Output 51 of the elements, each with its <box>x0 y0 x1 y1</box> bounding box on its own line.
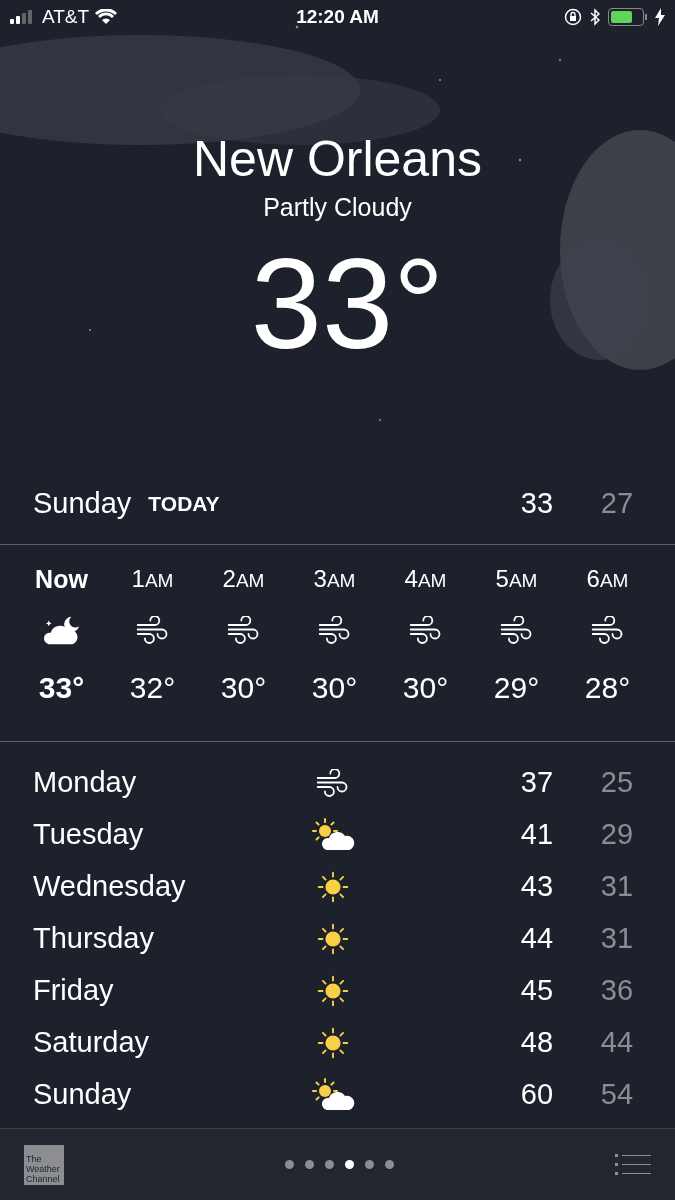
high-temperature: 60 <box>519 1077 555 1113</box>
day-name: Wednesday <box>33 869 187 905</box>
high-temperature: 48 <box>519 1025 555 1061</box>
hour-temperature: 28° <box>584 670 631 706</box>
high-temperature: 44 <box>519 921 555 957</box>
low-temperature: 31 <box>599 921 635 957</box>
hour-label: 6AM <box>586 564 629 594</box>
high-temperature: 43 <box>519 869 555 905</box>
wifi-icon <box>95 9 118 25</box>
weather-channel-logo[interactable]: The Weather Channel <box>24 1144 64 1185</box>
rotation-lock-icon <box>564 8 582 26</box>
charging-icon <box>655 8 665 26</box>
day-name: Thursday <box>33 921 155 957</box>
high-temperature: 41 <box>519 817 555 853</box>
hour-temperature: 29° <box>493 670 540 706</box>
city-name: New Orleans <box>193 130 482 188</box>
today-label: TODAY <box>148 491 220 518</box>
hour-label: 3AM <box>313 564 356 594</box>
low-temperature: 31 <box>599 869 635 905</box>
hour-label: 2AM <box>222 564 265 594</box>
hour-temperature: 30° <box>220 670 267 706</box>
current-temperature: 33° <box>249 234 445 374</box>
hour-label: 4AM <box>404 564 447 594</box>
low-temperature: 25 <box>599 765 635 801</box>
hour-label: 5AM <box>495 564 538 594</box>
day-name: Monday <box>33 765 138 801</box>
day-name: Saturday <box>33 1025 151 1061</box>
low-temperature: 54 <box>599 1077 635 1113</box>
list-icon[interactable] <box>615 1153 651 1176</box>
low-temperature: 27 <box>599 486 635 522</box>
low-temperature: 44 <box>599 1025 635 1061</box>
battery-icon <box>608 8 647 26</box>
status-time: 12:20 AM <box>296 4 379 29</box>
hour-temperature: 30° <box>311 670 358 706</box>
day-name: Tuesday <box>33 817 145 853</box>
hour-label: 1AM <box>131 564 174 594</box>
today-day: Sunday <box>33 482 132 526</box>
bluetooth-icon <box>590 8 600 26</box>
carrier-name: AT&T <box>42 4 90 29</box>
day-name: Friday <box>33 973 115 1009</box>
high-temperature: 37 <box>519 765 555 801</box>
hour-temperature: 33° <box>38 670 85 706</box>
high-temperature: 45 <box>519 973 555 1009</box>
hour-temperature: 32° <box>129 670 176 706</box>
day-name: Sunday <box>33 1077 133 1113</box>
hour-temperature: 30° <box>402 670 449 706</box>
high-temperature: 33 <box>519 486 555 522</box>
hour-label: Now <box>35 564 88 595</box>
weather-condition: Partly Cloudy <box>263 192 412 222</box>
low-temperature: 36 <box>599 973 635 1009</box>
low-temperature: 29 <box>599 817 635 853</box>
